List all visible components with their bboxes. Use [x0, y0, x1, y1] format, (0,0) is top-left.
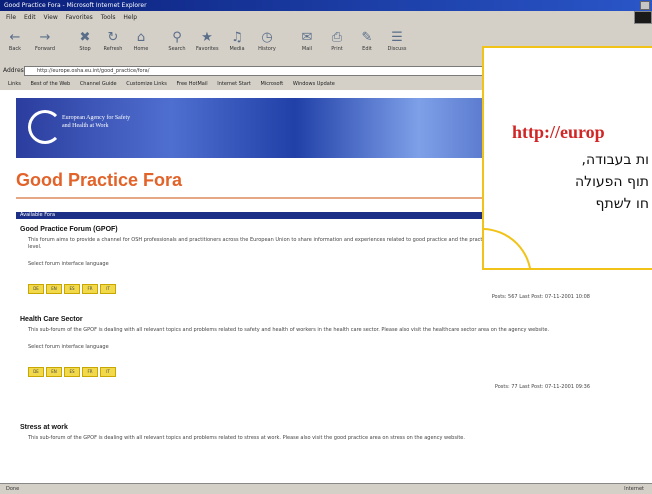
window-titlebar: Good Practice Fora - Microsoft Internet …: [0, 0, 652, 11]
window-title: Good Practice Fora - Microsoft Internet …: [4, 2, 147, 9]
lang-button[interactable]: FR: [82, 284, 98, 294]
favorites-icon: ★: [201, 30, 213, 45]
page-title: Good Practice Fora: [16, 170, 183, 190]
stop-button[interactable]: ✖ Stop: [74, 30, 96, 52]
agency-name: European Agency for Safety and Health at…: [62, 115, 131, 129]
link-internet-start[interactable]: Internet Start: [217, 81, 251, 87]
menu-edit[interactable]: Edit: [24, 14, 36, 21]
callout-url: http://europ: [512, 122, 605, 142]
close-icon[interactable]: [640, 1, 650, 10]
callout-line: תוף הפעולה: [575, 174, 649, 190]
links-label: Links: [8, 81, 21, 87]
status-bar: Done Internet: [0, 483, 652, 494]
print-icon: ⎙: [331, 30, 343, 45]
refresh-icon: ↻: [107, 30, 119, 45]
forward-button[interactable]: → Forward: [34, 30, 56, 52]
forum-description: This sub-forum of the GPOF is dealing wi…: [28, 327, 550, 333]
forum-language-prompt: Select forum interface language: [28, 344, 109, 350]
lang-button[interactable]: EN: [46, 367, 62, 377]
lang-button[interactable]: EN: [46, 284, 62, 294]
forum-item: Health Care Sector This sub-forum of the…: [20, 316, 620, 390]
lang-button[interactable]: IT: [100, 367, 116, 377]
media-icon: ♫: [231, 30, 243, 45]
callout-line: ות בעבודה,: [581, 152, 649, 168]
lang-button[interactable]: FR: [82, 367, 98, 377]
mail-icon: ✉: [301, 30, 313, 45]
search-button[interactable]: ⚲ Search: [166, 30, 188, 52]
menu-file[interactable]: File: [6, 14, 16, 21]
forum-stats: Posts: 77 Last Post: 07-11-2001 09:36: [494, 384, 590, 390]
menu-tools[interactable]: Tools: [101, 14, 116, 21]
lang-button[interactable]: IT: [100, 284, 116, 294]
stop-icon: ✖: [79, 30, 91, 45]
back-arrow-icon: ←: [9, 30, 21, 45]
home-button[interactable]: ⌂ Home: [130, 30, 152, 52]
callout-overlay: http://europ ות בעבודה, תוף הפעולה חו לש…: [482, 46, 652, 270]
language-buttons: DE EN ES FR IT: [28, 358, 620, 377]
forum-title[interactable]: Stress at work: [20, 424, 620, 431]
menu-bar: File Edit View Favorites Tools Help: [0, 11, 652, 24]
ie-logo-icon: [634, 11, 652, 24]
search-icon: ⚲: [172, 30, 182, 45]
link-best-of-web[interactable]: Best of the Web: [30, 81, 70, 87]
status-text: Done: [6, 486, 20, 492]
lang-button[interactable]: DE: [28, 284, 44, 294]
callout-line: חו לשתף: [595, 196, 649, 212]
edit-button[interactable]: ✎ Edit: [356, 30, 378, 52]
favorites-button[interactable]: ★ Favorites: [196, 30, 219, 52]
mail-button[interactable]: ✉ Mail: [296, 30, 318, 52]
discuss-button[interactable]: ☰ Discuss: [386, 30, 408, 52]
forum-item: Stress at work This sub-forum of the GPO…: [20, 424, 620, 442]
forward-arrow-icon: →: [39, 30, 51, 45]
history-button[interactable]: ◷ History: [256, 30, 278, 52]
discuss-icon: ☰: [391, 30, 403, 45]
edit-icon: ✎: [361, 30, 373, 45]
menu-favorites[interactable]: Favorites: [66, 14, 93, 21]
history-icon: ◷: [261, 30, 273, 45]
link-microsoft[interactable]: Microsoft: [261, 81, 284, 87]
lang-button[interactable]: DE: [28, 367, 44, 377]
print-button[interactable]: ⎙ Print: [326, 30, 348, 52]
menu-help[interactable]: Help: [123, 14, 137, 21]
menu-view[interactable]: View: [44, 14, 58, 21]
link-channel-guide[interactable]: Channel Guide: [80, 81, 117, 87]
forum-stats: Posts: 567 Last Post: 07-11-2001 10:08: [491, 294, 590, 300]
media-button[interactable]: ♫ Media: [226, 30, 248, 52]
link-customize-links[interactable]: Customize Links: [126, 81, 167, 87]
forum-title[interactable]: Health Care Sector: [20, 316, 620, 323]
lang-button[interactable]: ES: [64, 367, 80, 377]
refresh-button[interactable]: ↻ Refresh: [102, 30, 124, 52]
language-buttons: DE EN ES FR IT: [28, 275, 620, 294]
forum-description: This sub-forum of the GPOF is dealing wi…: [28, 435, 465, 441]
agency-logo-icon: [28, 110, 62, 144]
lang-button[interactable]: ES: [64, 284, 80, 294]
link-windows-update[interactable]: Windows Update: [293, 81, 335, 87]
link-free-hotmail[interactable]: Free HotMail: [177, 81, 208, 87]
home-icon: ⌂: [136, 30, 146, 45]
callout-curl: [484, 228, 532, 268]
back-button[interactable]: ← Back: [4, 30, 26, 52]
